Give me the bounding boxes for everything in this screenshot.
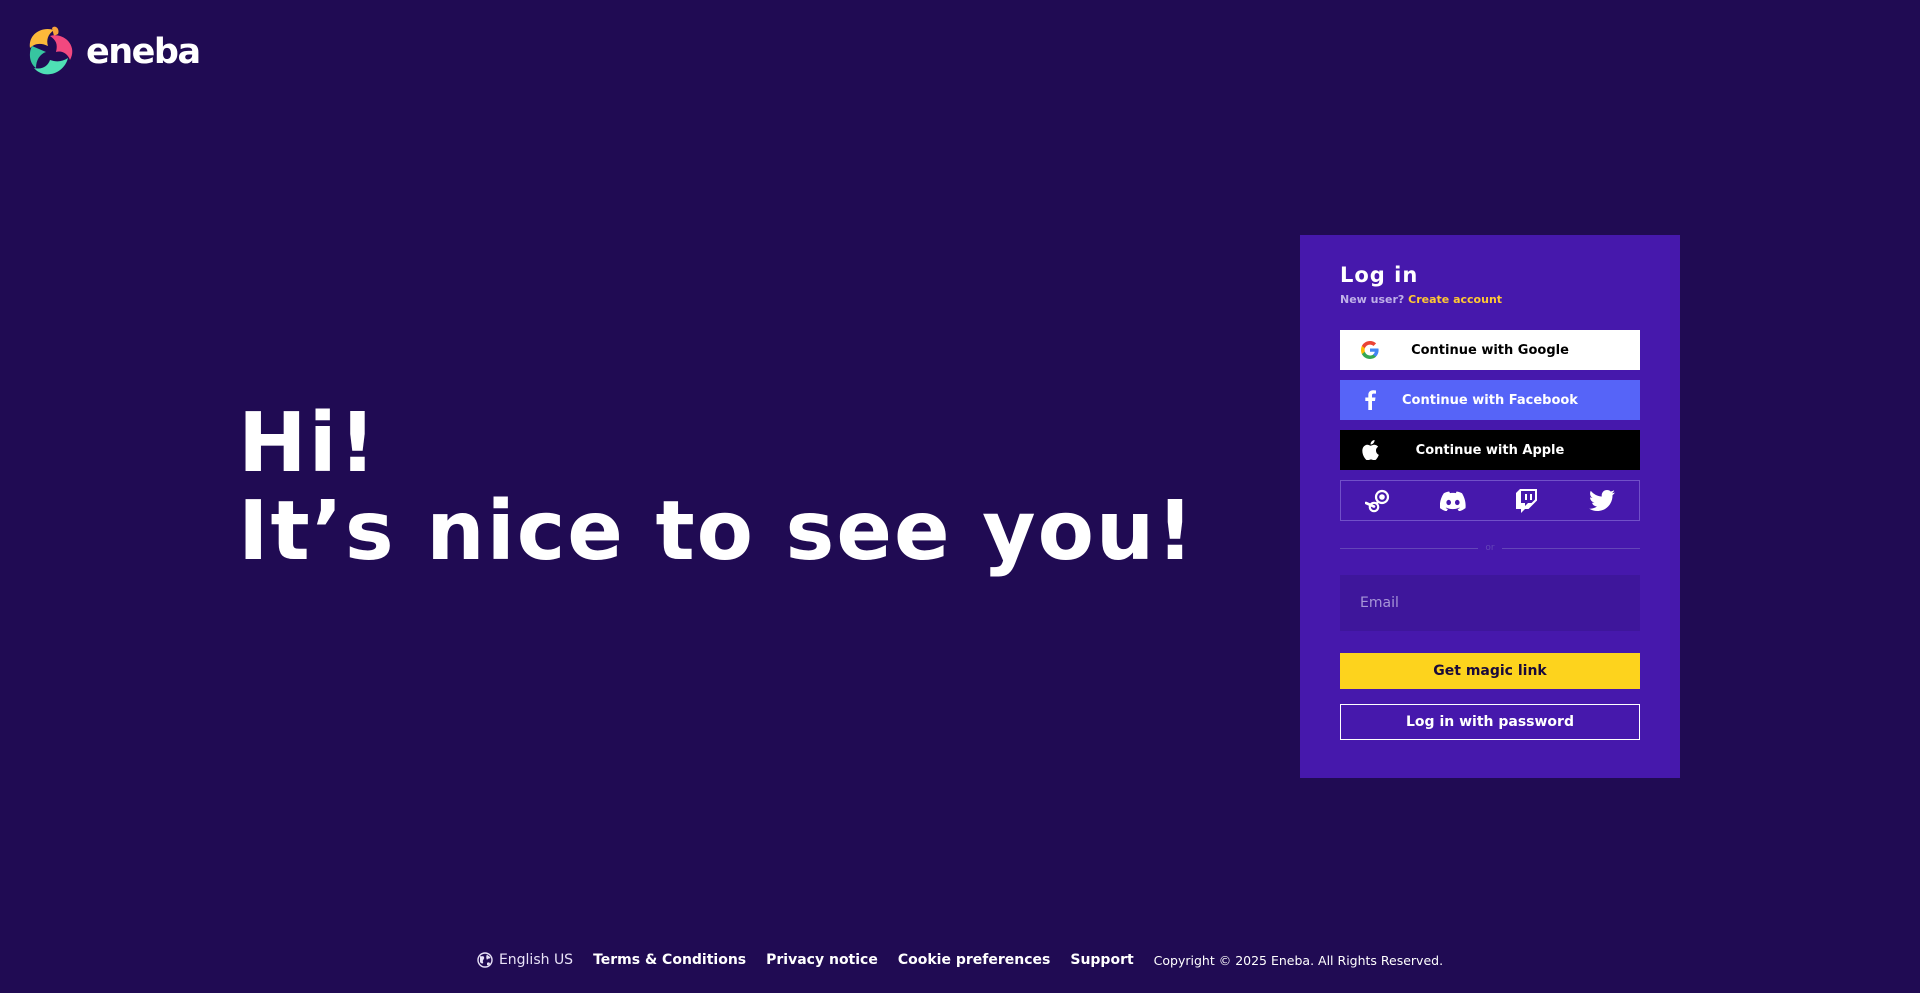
or-divider: or [1340,541,1640,555]
continue-with-facebook-button[interactable]: Continue with Facebook [1340,380,1640,420]
support-link[interactable]: Support [1070,952,1133,968]
facebook-button-label: Continue with Facebook [1402,392,1578,408]
twitter-icon[interactable] [1582,483,1622,519]
log-in-with-password-button[interactable]: Log in with password [1340,704,1640,740]
google-icon [1360,340,1380,360]
language-label: English US [498,952,574,968]
language-selector[interactable]: English US [477,952,573,968]
cookie-preferences-link[interactable]: Cookie preferences [898,952,1051,968]
globe-icon [477,952,493,968]
terms-link[interactable]: Terms & Conditions [593,952,746,968]
divider-text: or [1485,543,1495,553]
copyright-text: Copyright © 2025 Eneba. All Rights Reser… [1153,952,1444,968]
hero-line-2: It’s nice to see you! [238,484,1196,579]
facebook-icon [1360,390,1380,410]
google-button-label: Continue with Google [1411,342,1569,358]
continue-with-apple-button[interactable]: Continue with Apple [1340,430,1640,470]
login-title: Log in [1340,263,1419,287]
brand-name: eneba [86,32,201,72]
hero-line-1: Hi! [238,396,379,491]
new-user-prompt: New user? Create account [1340,293,1640,306]
hero-heading: Hi! It’s nice to see you! [238,400,1196,576]
email-input[interactable] [1340,575,1640,631]
create-account-link[interactable]: Create account [1408,293,1502,306]
new-user-label: New user? [1340,293,1405,306]
eneba-logo[interactable]: eneba [24,24,201,80]
privacy-link[interactable]: Privacy notice [766,952,878,968]
continue-with-google-button[interactable]: Continue with Google [1340,330,1640,370]
twitch-icon[interactable] [1507,483,1547,519]
eneba-logo-icon [29,26,73,75]
discord-icon[interactable] [1433,483,1473,519]
apple-button-label: Continue with Apple [1415,442,1565,458]
apple-icon [1360,440,1380,460]
get-magic-link-button[interactable]: Get magic link [1340,653,1640,689]
steam-icon[interactable] [1358,483,1398,519]
platform-login-row [1340,480,1640,521]
footer: English US Terms & Conditions Privacy no… [0,952,1920,968]
login-card: Log in New user? Create account Continue… [1300,235,1680,778]
